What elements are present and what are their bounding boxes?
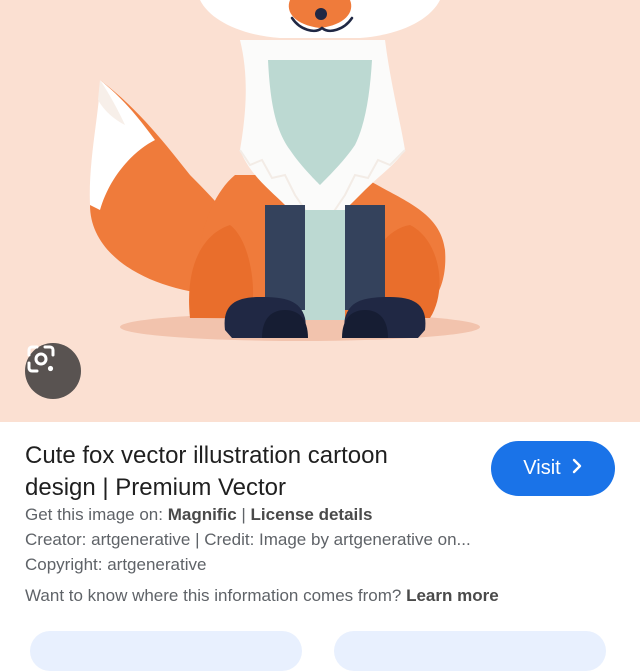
lens-search-icon	[27, 345, 55, 373]
separator: |	[241, 505, 246, 524]
visit-label: Visit	[523, 457, 561, 479]
result-title[interactable]: Cute fox vector illustration cartoon des…	[25, 440, 465, 504]
license-details-link[interactable]: License details	[251, 505, 373, 524]
fox-illustration	[89, 0, 480, 341]
source-name: Magnific	[167, 505, 237, 524]
chevron-right-icon	[571, 458, 583, 479]
lens-search-button[interactable]	[25, 343, 81, 399]
copyright-line: Copyright: artgenerative	[25, 555, 207, 574]
get-image-prefix: Get this image on:	[25, 505, 163, 524]
visit-button[interactable]: Visit	[491, 441, 615, 496]
info-source-line: Want to know where this information come…	[25, 586, 499, 606]
learn-more-link[interactable]: Learn more	[406, 586, 499, 605]
source-line: Get this image on: Magnific | License de…	[25, 505, 372, 525]
result-image[interactable]	[0, 0, 640, 422]
creator-line: Creator: artgenerative | Credit: Image b…	[25, 530, 471, 549]
action-chip-right[interactable]	[334, 631, 606, 671]
action-chip-left[interactable]	[30, 631, 302, 671]
info-question: Want to know where this information come…	[25, 586, 402, 605]
result-info-panel: Cute fox vector illustration cartoon des…	[0, 422, 640, 671]
